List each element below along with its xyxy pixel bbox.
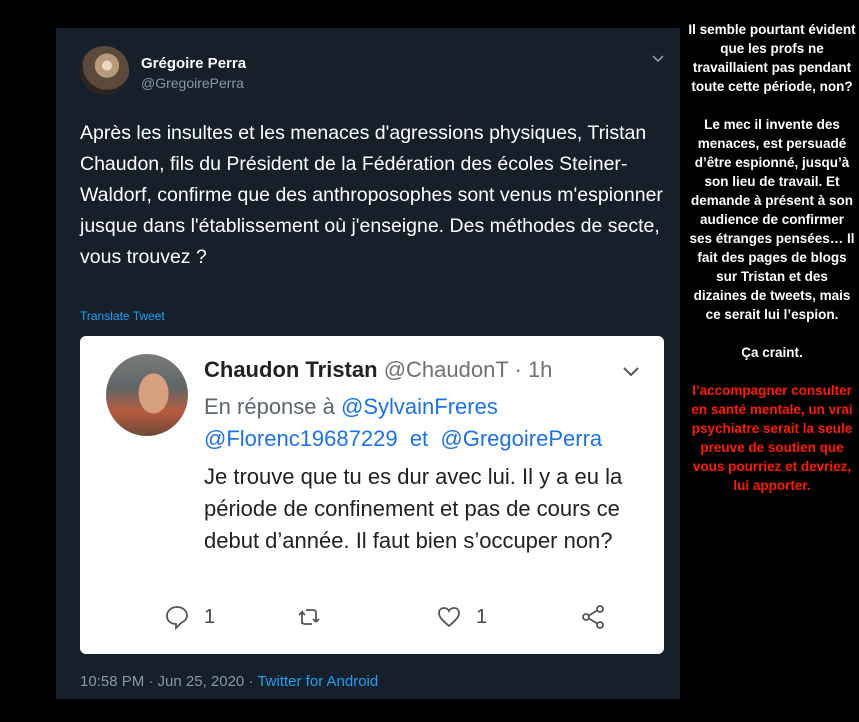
tweet-timestamp[interactable]: 10:58 PM · Jun 25, 2020 (80, 673, 244, 690)
translate-tweet-link[interactable]: Translate Tweet (80, 309, 165, 323)
share-button[interactable] (580, 604, 606, 630)
author-handle[interactable]: @GregoirePerra (141, 75, 244, 91)
mention-link[interactable]: @Florenc19687229 (204, 426, 398, 451)
quoted-author-avatar[interactable] (106, 354, 188, 436)
quoted-author-name[interactable]: Chaudon Tristan (204, 357, 378, 382)
tweet-card: Grégoire Perra @GregoirePerra Après les … (56, 28, 680, 699)
commentary-paragraph: Il semble pourtant évident que les profs… (688, 22, 856, 94)
quoted-header: Chaudon Tristan @ChaudonT · 1h (204, 357, 552, 383)
meta-separator: · (244, 673, 258, 690)
like-count: 1 (476, 605, 488, 628)
share-icon (582, 605, 604, 629)
chevron-down-icon[interactable] (650, 50, 666, 66)
mention-link[interactable]: @SylvainFreres (341, 394, 498, 419)
tweet-text: Après les insultes et les menaces d'agre… (80, 122, 663, 268)
commentary-paragraph: Ça craint. (741, 345, 803, 360)
quoted-text: Je trouve que tu es dur avec lui. Il y a… (204, 464, 623, 553)
retweet-icon (298, 609, 320, 625)
tweet-meta: 10:58 PM · Jun 25, 2020 · Twitter for An… (80, 673, 378, 690)
author-avatar[interactable] (80, 46, 129, 95)
retweet-button[interactable] (296, 604, 322, 630)
quoted-time: · 1h (514, 357, 553, 382)
commentary-highlight: l’accompagner consulter en santé mentale… (691, 383, 853, 493)
commentary-paragraph: Le mec il invente des menaces, est persu… (689, 117, 855, 322)
tweet-source[interactable]: Twitter for Android (257, 673, 378, 690)
mention-link[interactable]: @GregoirePerra (440, 426, 602, 451)
quoted-tweet[interactable]: Chaudon Tristan @ChaudonT · 1h En répons… (80, 336, 664, 654)
commentary-sidebar: Il semble pourtant évident que les profs… (688, 20, 856, 495)
reply-context: En réponse à @SylvainFreres @Florenc1968… (204, 391, 654, 455)
author-name[interactable]: Grégoire Perra (141, 55, 246, 72)
reply-prefix: En réponse à (204, 394, 335, 419)
quoted-action-bar: 1 1 (166, 604, 644, 634)
reply-count: 1 (204, 605, 216, 628)
reply-button[interactable]: 1 (164, 604, 215, 630)
reply-icon (166, 606, 188, 630)
chevron-down-icon[interactable] (620, 360, 642, 382)
quoted-author-handle[interactable]: @ChaudonT (384, 357, 509, 382)
like-icon (438, 607, 460, 628)
reply-and: et (409, 426, 429, 451)
like-button[interactable]: 1 (436, 604, 487, 630)
